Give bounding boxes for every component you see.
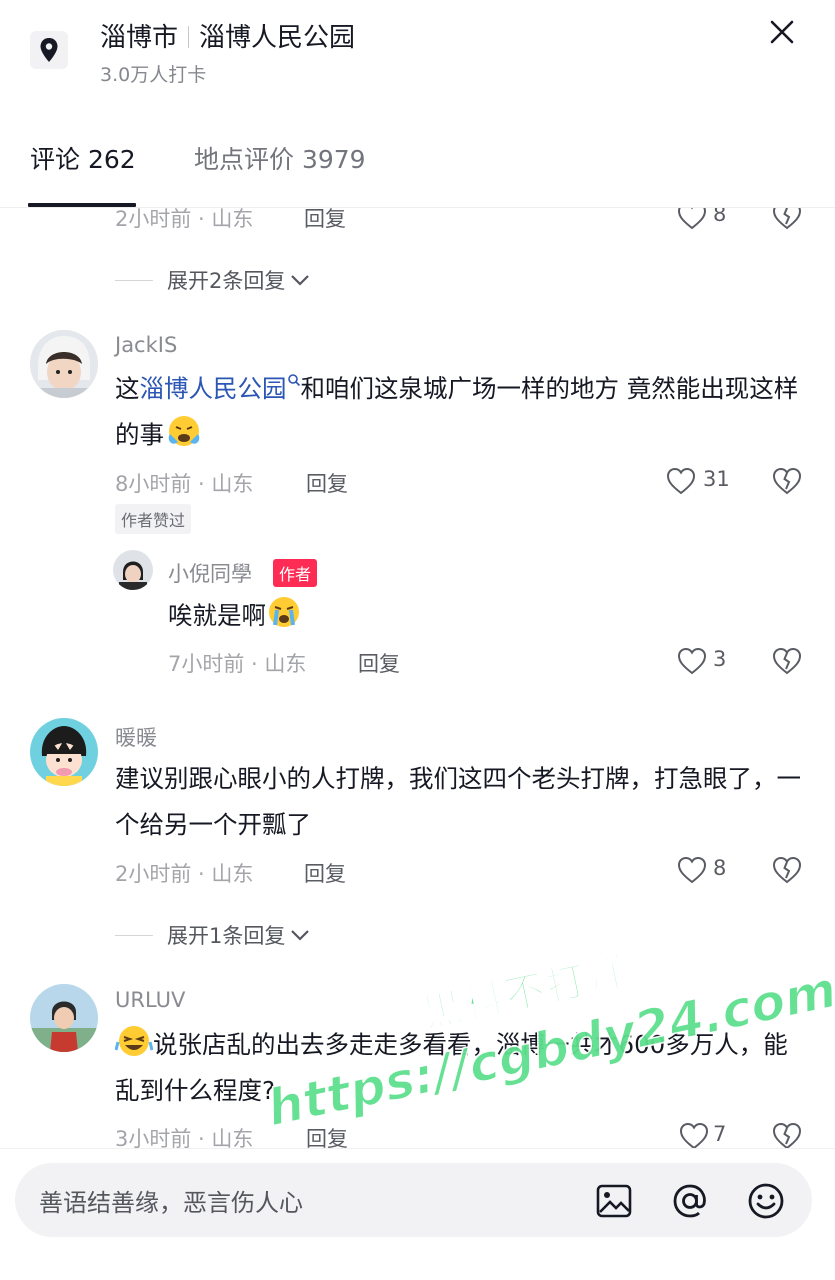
emoji-button[interactable] bbox=[746, 1181, 786, 1221]
comment-meta: 2小时前 · 山东 bbox=[115, 208, 254, 231]
title-divider bbox=[188, 26, 190, 48]
comment-input[interactable]: 善语结善缘，恶言伤人心 bbox=[15, 1163, 812, 1237]
expand-label: 展开1条回复 bbox=[167, 924, 286, 948]
dislike-button[interactable] bbox=[772, 856, 802, 888]
like-count: 8 bbox=[713, 208, 727, 226]
chevron-down-icon bbox=[291, 275, 310, 286]
like-button[interactable]: 7 bbox=[679, 1122, 726, 1148]
comment-text: 这淄博人民公园 和咱们这泉城广场一样的地方 竟然能出现这样的事 bbox=[115, 366, 805, 458]
comment-meta: 8小时前 · 山东 bbox=[115, 472, 254, 496]
like-count: 31 bbox=[703, 467, 730, 491]
comment-text-part: 这 bbox=[115, 374, 140, 403]
reply-text-content: 唉就是啊 bbox=[168, 601, 266, 630]
image-icon bbox=[596, 1184, 632, 1218]
close-button[interactable] bbox=[764, 14, 800, 50]
heart-icon bbox=[677, 647, 707, 675]
author-badge: 作者 bbox=[273, 559, 318, 587]
divider-line bbox=[115, 934, 153, 936]
tab-place-reviews[interactable]: 地点评价 3979 bbox=[194, 140, 366, 176]
dislike-button[interactable] bbox=[772, 1122, 802, 1148]
like-button[interactable]: 31 bbox=[666, 467, 730, 499]
reply-button[interactable]: 回复 bbox=[304, 208, 346, 233]
dislike-heart-icon bbox=[772, 467, 802, 495]
reply-button[interactable]: 回复 bbox=[358, 648, 400, 678]
sob-emoji-icon bbox=[269, 597, 299, 627]
reply-text: 唉就是啊 bbox=[168, 593, 768, 639]
place-link[interactable]: 淄博人民公园 bbox=[140, 374, 287, 403]
reply-meta: 7小时前 · 山东 bbox=[168, 652, 307, 676]
reply-username[interactable]: 小倪同學 bbox=[168, 558, 252, 588]
avatar[interactable] bbox=[30, 330, 98, 398]
close-icon bbox=[770, 20, 794, 44]
reply-button[interactable]: 回复 bbox=[306, 468, 348, 498]
crying-emoji-icon bbox=[168, 416, 200, 446]
search-icon bbox=[287, 374, 300, 387]
tab-bar: 评论 262 地点评价 3979 bbox=[0, 130, 835, 208]
dislike-button[interactable] bbox=[772, 467, 802, 499]
expand-replies-button[interactable]: 展开1条回复 bbox=[115, 920, 311, 950]
avatar[interactable] bbox=[30, 984, 98, 1052]
comment-username[interactable]: JackIS bbox=[115, 333, 177, 357]
heart-icon bbox=[666, 467, 696, 495]
like-count: 3 bbox=[713, 647, 727, 671]
active-tab-indicator bbox=[28, 203, 136, 207]
dislike-heart-icon bbox=[772, 208, 802, 230]
expand-replies-button[interactable]: 展开2条回复 bbox=[115, 265, 311, 295]
dislike-heart-icon bbox=[772, 1122, 802, 1148]
location-pin-icon bbox=[30, 31, 68, 69]
comment-text: 建议别跟心眼小的人打牌，我们这四个老头打牌，打急眼了，一个给另一个开瓢了 bbox=[115, 764, 801, 839]
comment-input-bar: 善语结善缘，恶言伤人心 bbox=[0, 1148, 835, 1280]
dislike-button[interactable] bbox=[772, 647, 802, 679]
heart-icon bbox=[677, 208, 707, 230]
expand-label: 展开2条回复 bbox=[167, 269, 286, 293]
reply-avatar[interactable] bbox=[113, 550, 153, 590]
divider-line bbox=[115, 279, 153, 281]
reply-button[interactable]: 回复 bbox=[304, 858, 346, 888]
location-header: 淄博市 淄博人民公园 3.0万人打卡 bbox=[0, 0, 835, 110]
input-placeholder: 善语结善缘，恶言伤人心 bbox=[39, 1189, 303, 1217]
emoji-icon bbox=[748, 1183, 784, 1219]
location-title[interactable]: 淄博市 淄博人民公园 bbox=[100, 17, 355, 54]
checkin-count: 3.0万人打卡 bbox=[100, 64, 207, 86]
place-name: 淄博人民公园 bbox=[199, 23, 356, 53]
avatar[interactable] bbox=[30, 718, 98, 786]
like-count: 7 bbox=[713, 1122, 727, 1146]
tab-comments[interactable]: 评论 262 bbox=[30, 140, 136, 176]
like-count: 8 bbox=[713, 856, 727, 880]
comment-username[interactable]: 暖暖 bbox=[115, 722, 157, 752]
heart-icon bbox=[677, 856, 707, 884]
author-liked-badge: 作者赞过 bbox=[115, 504, 192, 534]
heart-icon bbox=[679, 1122, 709, 1148]
laughing-emoji-icon bbox=[115, 1026, 153, 1056]
dislike-heart-icon bbox=[772, 856, 802, 884]
comment-meta: 3小时前 · 山东 bbox=[115, 1127, 254, 1148]
image-button[interactable] bbox=[594, 1181, 634, 1221]
comment-username[interactable]: URLUV bbox=[115, 988, 185, 1012]
dislike-button[interactable] bbox=[772, 208, 802, 234]
mention-button[interactable] bbox=[670, 1181, 710, 1221]
chevron-down-icon bbox=[291, 930, 310, 941]
city-name: 淄博市 bbox=[100, 23, 179, 53]
at-icon bbox=[673, 1184, 706, 1218]
like-button[interactable]: 3 bbox=[677, 647, 726, 679]
like-button[interactable]: 8 bbox=[677, 208, 726, 234]
comment-meta: 2小时前 · 山东 bbox=[115, 862, 254, 886]
dislike-heart-icon bbox=[772, 647, 802, 675]
like-button[interactable]: 8 bbox=[677, 856, 726, 888]
